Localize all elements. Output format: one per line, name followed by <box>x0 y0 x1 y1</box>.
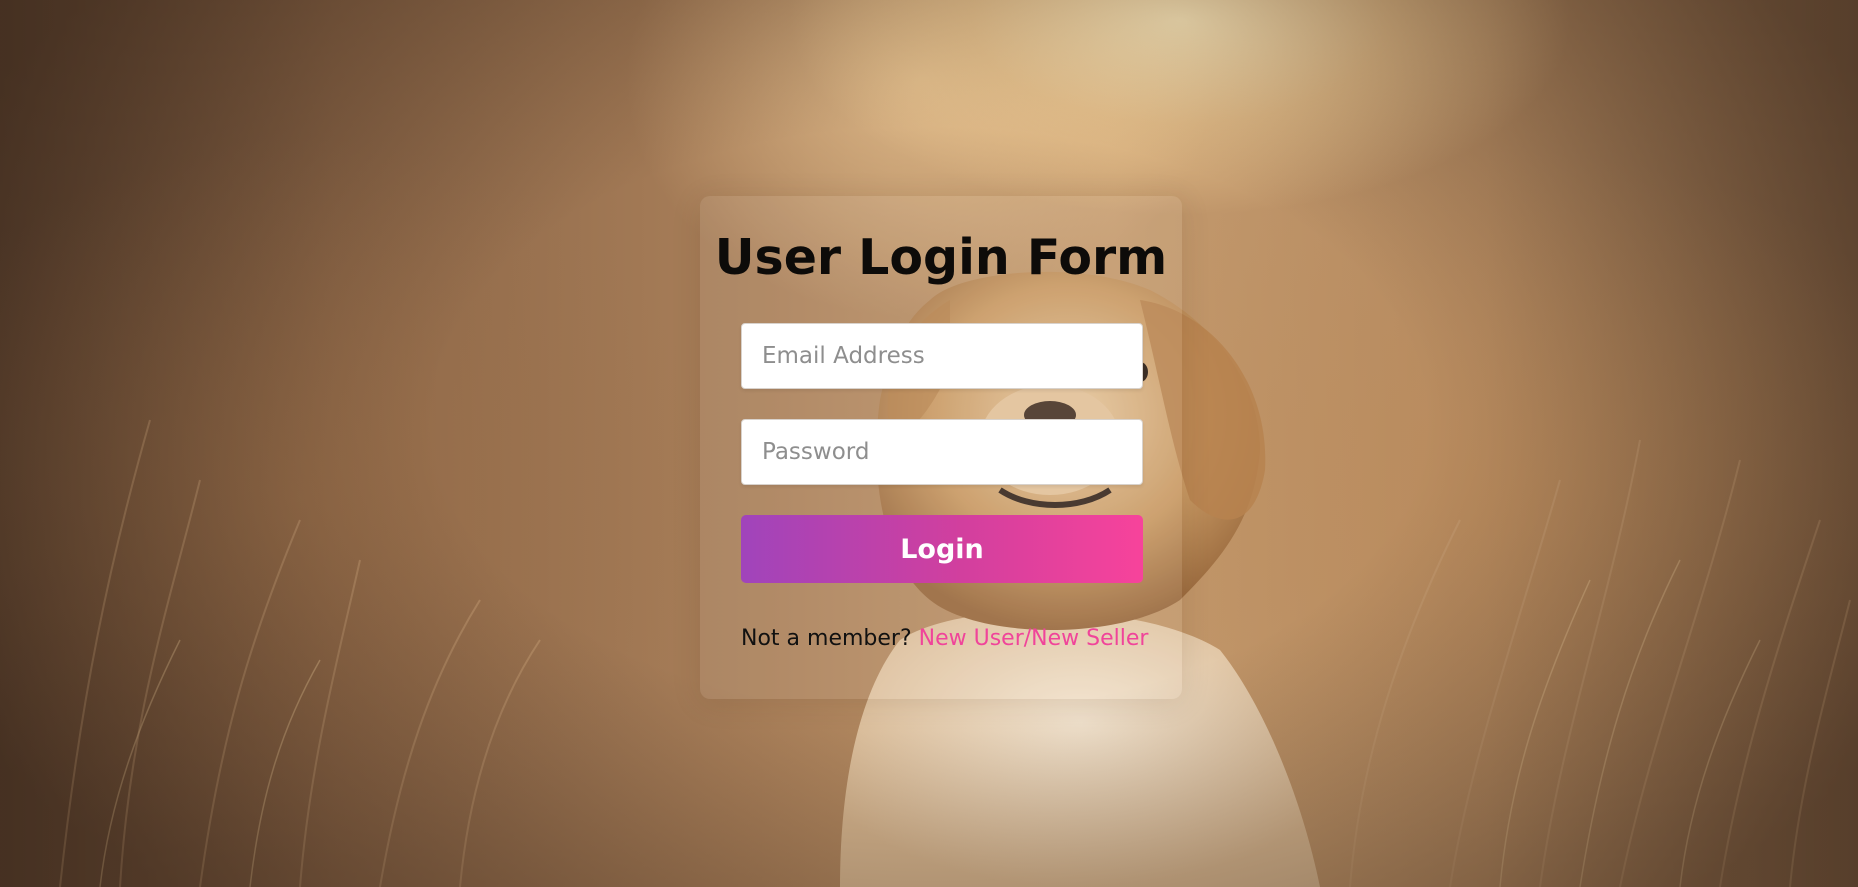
password-input[interactable] <box>741 419 1143 485</box>
form-title: User Login Form <box>714 229 1168 286</box>
signup-prompt: Not a member? New User/New Seller <box>741 626 1161 651</box>
signup-link[interactable]: New User/New Seller <box>919 626 1149 651</box>
signup-prompt-text: Not a member? <box>741 626 912 651</box>
login-button[interactable]: Login <box>741 515 1143 583</box>
email-input[interactable] <box>741 323 1143 389</box>
